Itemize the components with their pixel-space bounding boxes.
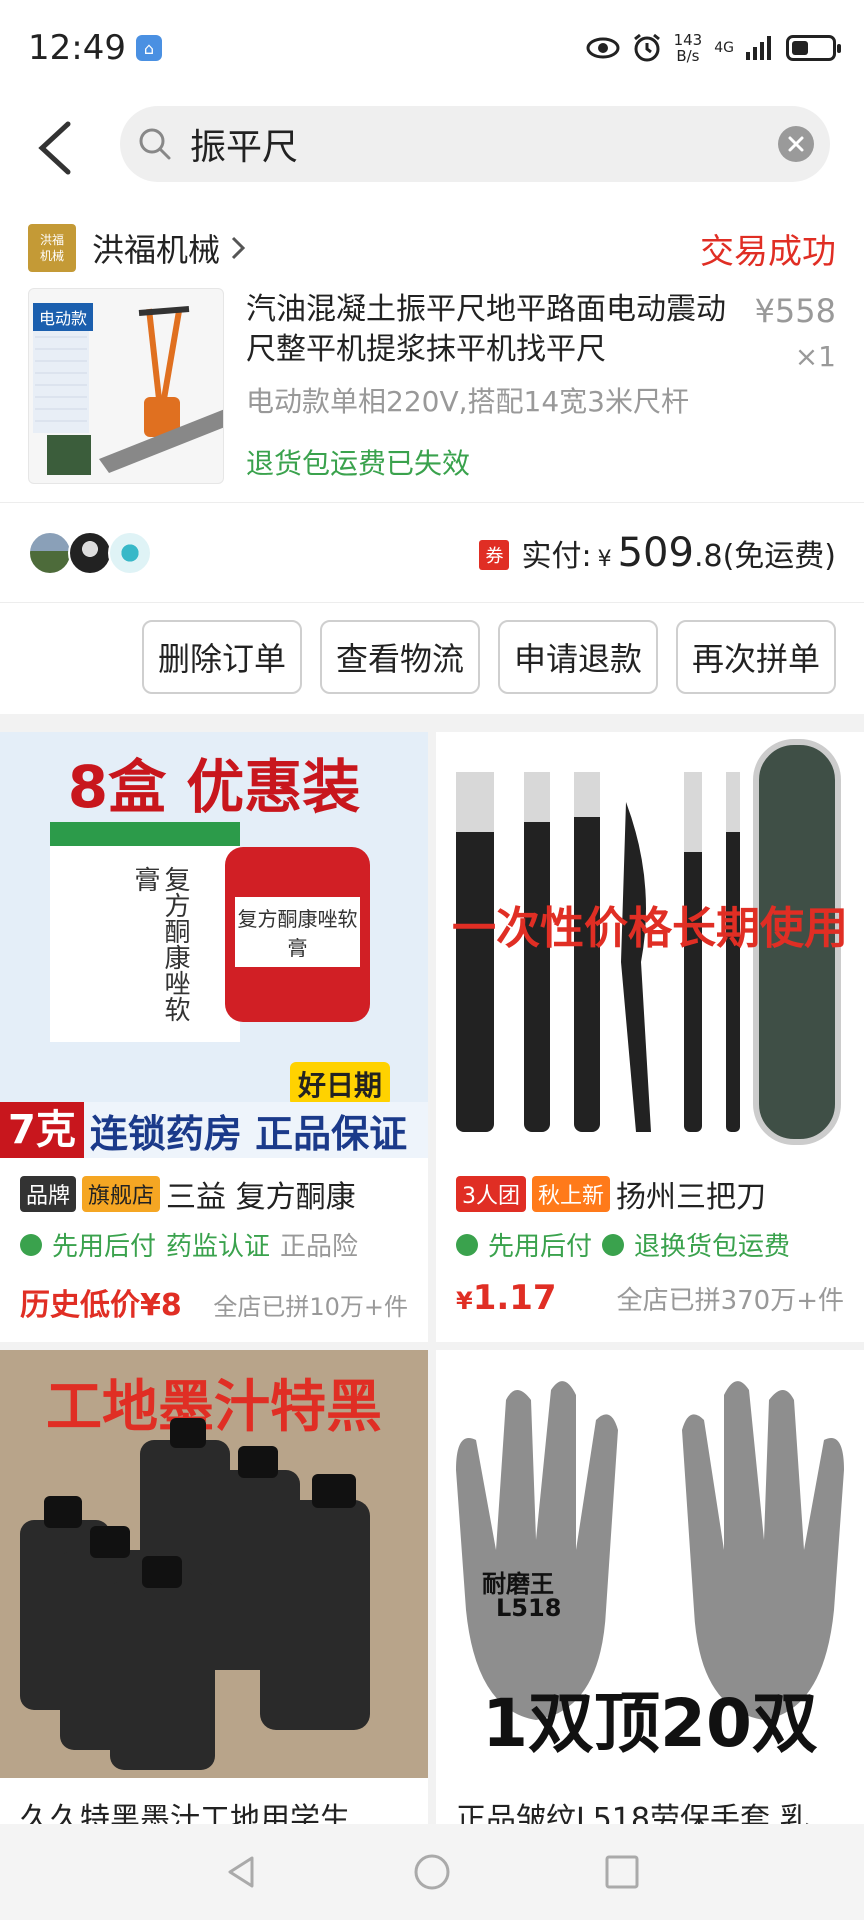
paid-currency: ¥ — [597, 547, 612, 572]
divider — [0, 602, 864, 603]
image-banner: 1双顶20双 — [482, 1685, 818, 1762]
card-price: 1.17 — [472, 1278, 557, 1318]
status-time: 12:49 — [28, 28, 126, 68]
signal-icon — [746, 36, 771, 60]
chevron-right-icon — [231, 236, 246, 260]
product-image: 工地墨汁特黑 — [0, 1350, 428, 1778]
image-banner: 一次性价格长期使用 — [452, 903, 848, 954]
paid-label: 实付: — [521, 539, 592, 574]
product-image: 耐磨王 L518 1双顶20双 — [436, 1350, 864, 1778]
net-speed-unit: B/s — [676, 47, 700, 65]
image-banner: 8盒 优惠装 — [67, 753, 361, 821]
battery-icon — [786, 35, 841, 61]
search-query: 振平尺 — [190, 127, 299, 168]
reorder-button[interactable]: 再次拼单 — [675, 620, 836, 694]
product-card[interactable]: 8盒 优惠装 复方酮康唑软膏 复方酮康唑软膏 好日期 7克 连锁药房 正品保证 … — [0, 732, 428, 1342]
new-tag: 秋上新 — [532, 1176, 611, 1212]
pay-later-icon — [456, 1233, 478, 1256]
product-card[interactable]: 一次性价格长期使用 3人团 秋上新 扬州三把刀 先用后付 退换货包运费 ¥ 1.… — [436, 732, 864, 1342]
check-shield-icon — [602, 1233, 625, 1256]
nav-back-icon[interactable] — [222, 1852, 262, 1892]
shop-logo: 洪福 机械 — [28, 224, 76, 272]
paid-decimal: .8 — [693, 539, 723, 574]
card-title-row: 3人团 秋上新 扬州三把刀 — [456, 1172, 854, 1216]
divider — [0, 502, 864, 503]
benefit-certified: 药监认证 — [166, 1232, 271, 1262]
product-card[interactable]: 耐磨王 L518 1双顶20双 正品皱纹L518劳保手套 乳 — [436, 1350, 864, 1840]
search-input[interactable]: 振平尺 — [120, 106, 830, 182]
paid-info: 券 实付: ¥ 509 .8 (免运费) — [479, 530, 836, 576]
benefit-free-return: 退换货包运费 — [634, 1232, 791, 1262]
return-note: 退货包运费已失效 — [246, 447, 471, 480]
back-chevron-icon[interactable] — [28, 116, 88, 180]
ink-bottles-image — [20, 1418, 370, 1770]
product-title[interactable]: 汽油混凝土振平尺地平路面电动震动尺整平机提浆抹平机找平尺 — [246, 290, 726, 370]
search-header: 振平尺 — [0, 96, 864, 206]
view-logistics-button[interactable]: 查看物流 — [319, 620, 480, 694]
benefit-insurance: 正品险 — [280, 1232, 359, 1262]
image-label-2: L518 — [496, 1594, 562, 1622]
coupon-icon: 券 — [479, 540, 510, 570]
network-type: 4G — [714, 40, 734, 56]
eye-icon — [586, 37, 620, 59]
benefit-pay-later: 先用后付 — [52, 1232, 157, 1262]
image-sub-left: 7克 — [0, 1102, 84, 1158]
status-bar: 12:49 ⌂ 143 B/s 4G — [0, 0, 864, 96]
group-tag: 3人团 — [456, 1176, 526, 1212]
avatar — [28, 531, 72, 575]
avatar — [68, 531, 112, 575]
price-symbol: ¥ — [456, 1287, 473, 1315]
card-title: 扬州三把刀 — [616, 1180, 767, 1215]
product-card[interactable]: 工地墨汁特黑 久久特黑墨汁工地用学生 — [0, 1350, 428, 1840]
image-subbanner: 7克 连锁药房 正品保证 — [0, 1102, 428, 1158]
order-actions: 删除订单 查看物流 申请退款 再次拼单 — [141, 620, 836, 694]
shop-name[interactable]: 洪福机械 — [92, 225, 220, 271]
product-spec: 电动款单相220V,搭配14宽3米尺杆 — [246, 385, 689, 418]
system-nav-bar — [0, 1824, 864, 1920]
ointment-jar: 复方酮康唑软膏 — [225, 847, 370, 1022]
nav-recent-icon[interactable] — [602, 1852, 642, 1892]
product-thumbnail[interactable]: 电动款 — [28, 288, 224, 484]
order-card: 洪福 机械 洪福机械 交易成功 电动款 汽油混凝土振平尺地平路面电动震动尺整平机… — [0, 206, 864, 714]
card-title-row: 品牌 旗舰店 三益 复方酮康 — [20, 1172, 418, 1216]
ointment-box: 复方酮康唑软膏 — [50, 822, 240, 1042]
order-status: 交易成功 — [700, 231, 836, 272]
paid-amount: 509 — [617, 530, 694, 576]
alarm-icon — [633, 33, 660, 62]
flagship-tag: 旗舰店 — [82, 1176, 161, 1212]
image-sub-text: 连锁药房 正品保证 — [89, 1111, 408, 1156]
status-icons: 143 B/s 4G — [586, 32, 841, 64]
sold-count: 全店已拼370万+件 — [616, 1286, 844, 1316]
product-price: ¥558 — [754, 292, 836, 330]
brand-tag: 品牌 — [20, 1176, 77, 1212]
card-title: 三益 复方酮康 — [166, 1180, 356, 1215]
sold-count: 全店已拼10万+件 — [213, 1293, 408, 1321]
product-quantity: ×1 — [794, 340, 836, 373]
card-price: 历史低价¥8 — [20, 1288, 182, 1323]
price-row: 历史低价¥8 全店已拼10万+件 — [20, 1280, 408, 1324]
shop-row[interactable]: 洪福 机械 洪福机械 交易成功 — [28, 218, 836, 278]
payment-row: 券 实付: ¥ 509 .8 (免运费) — [0, 504, 864, 602]
clear-icon[interactable] — [778, 126, 814, 162]
search-icon — [139, 128, 171, 160]
product-image: 一次性价格长期使用 — [436, 732, 864, 1158]
thumb-tag: 电动款 — [33, 303, 94, 331]
pay-later-icon — [20, 1233, 42, 1256]
avatar — [108, 531, 152, 575]
benefit-row: 先用后付 退换货包运费 — [456, 1226, 854, 1263]
net-speed: 143 B/s — [674, 32, 703, 64]
delete-order-button[interactable]: 删除订单 — [141, 620, 302, 694]
price-row: ¥ 1.17 全店已拼370万+件 — [456, 1278, 844, 1318]
shipping-note: (免运费) — [722, 539, 836, 574]
app-notification-icon: ⌂ — [135, 35, 162, 61]
image-badge: 好日期 — [290, 1062, 391, 1106]
request-refund-button[interactable]: 申请退款 — [497, 620, 658, 694]
net-speed-value: 143 — [673, 31, 703, 49]
benefit-row: 先用后付 药监认证 正品险 — [20, 1226, 418, 1263]
group-avatars[interactable] — [28, 531, 152, 575]
benefit-pay-later: 先用后付 — [488, 1232, 593, 1262]
nav-home-icon[interactable] — [412, 1852, 452, 1892]
product-image: 8盒 优惠装 复方酮康唑软膏 复方酮康唑软膏 好日期 7克 连锁药房 正品保证 — [0, 732, 428, 1158]
